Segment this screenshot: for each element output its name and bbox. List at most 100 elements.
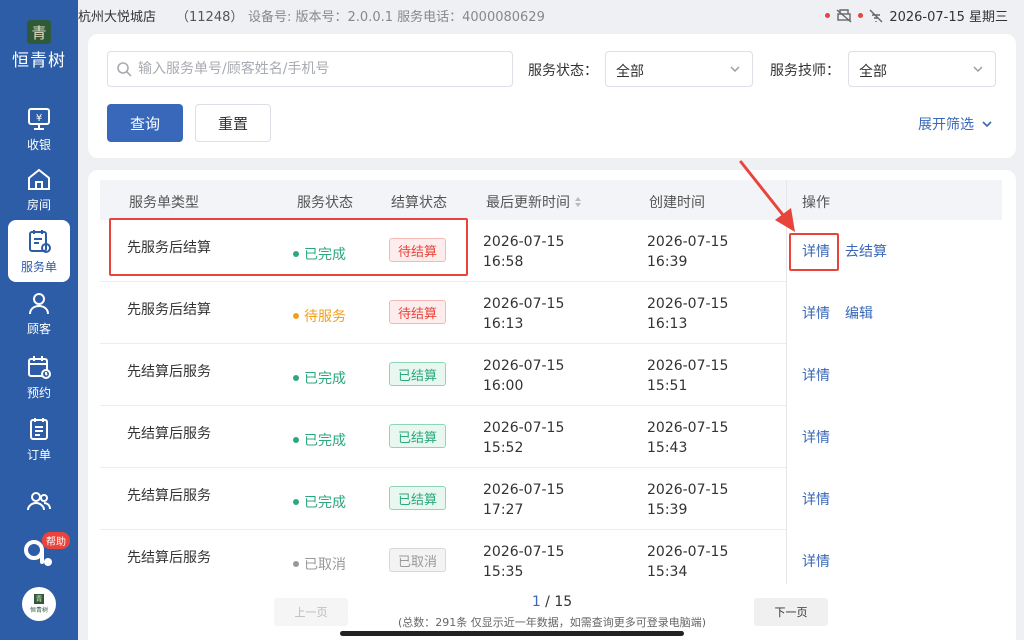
customer-icon	[29, 293, 49, 315]
sidebar-item-label: 订单	[26, 448, 51, 462]
cell-type: 先结算后服务	[127, 550, 211, 566]
status-dot	[293, 437, 299, 443]
service-order-icon	[29, 230, 51, 253]
table-header: 服务单类型 服务状态 结算状态 最后更新时间 创建时间 操作	[100, 180, 1002, 220]
detail-link[interactable]: 详情	[802, 365, 830, 385]
notification-dot	[825, 13, 831, 18]
reset-button[interactable]: 重置	[195, 104, 271, 142]
sidebar-item-cashier[interactable]: ¥ 收银	[8, 98, 70, 160]
updated-date: 2026-07-15	[483, 296, 565, 312]
header-created: 创建时间	[649, 195, 705, 211]
updated-date: 2026-07-15	[483, 544, 565, 560]
created-time: 15:43	[647, 440, 688, 456]
current-page: 1	[531, 594, 541, 610]
cell-service-status: 待服务	[293, 306, 346, 326]
service-status-value: 全部	[616, 64, 644, 80]
sidebar-item-appointment[interactable]: 预约	[8, 346, 70, 408]
row-action-link[interactable]: 去结算	[845, 241, 887, 261]
cell-updated: 2026-07-15 16:00	[483, 356, 564, 396]
service-status-select[interactable]: 全部	[605, 51, 753, 87]
chevron-down-icon	[973, 66, 983, 72]
cell-created: 2026-07-15 15:39	[647, 480, 728, 520]
updated-date: 2026-07-15	[483, 482, 565, 498]
table-row: 先结算后服务 已取消 已取消 2026-07-15 15:35 2026-07-15 15:…	[100, 530, 1002, 592]
technician-select[interactable]: 全部	[848, 51, 996, 87]
cell-ops: 详情	[786, 530, 1002, 592]
cell-updated: 2026-07-15 16:13	[483, 294, 564, 334]
sidebar-item-order[interactable]: 订单	[8, 408, 70, 470]
sidebar-item-label: 顾客	[26, 322, 51, 336]
cell-created: 2026-07-15 15:51	[647, 356, 728, 396]
cell-updated: 2026-07-15 15:35	[483, 542, 564, 582]
updated-time: 16:58	[483, 254, 524, 270]
datetime: 2026-07-15 星期三	[889, 10, 1008, 25]
sort-icon	[575, 197, 581, 207]
row-action-link[interactable]: 编辑	[845, 303, 873, 323]
app-logo: 青 恒青树	[0, 0, 78, 92]
sidebar-item-staff[interactable]	[8, 476, 70, 526]
created-time: 16:13	[647, 316, 688, 332]
help-badge[interactable]: 帮助	[42, 532, 70, 549]
cell-created: 2026-07-15 16:13	[647, 294, 728, 334]
status-bar: 杭州大悦城店 （11248） 设备号: 版本号：2.0.0.1 服务电话：400…	[78, 0, 1024, 30]
header-updated: 最后更新时间	[486, 195, 570, 211]
header-settle-status: 结算状态	[391, 195, 447, 211]
service-status-text: 已完成	[304, 433, 346, 449]
device-info: 设备号: 版本号：2.0.0.1 服务电话：4000080629	[248, 10, 545, 25]
settle-status-badge: 待结算	[389, 300, 447, 324]
sidebar-item-customer[interactable]: 顾客	[8, 282, 70, 344]
updated-time: 15:52	[483, 440, 524, 456]
table-row: 先结算后服务 已完成 已结算 2026-07-15 17:27 2026-07-15 15:…	[100, 468, 1002, 530]
expand-filter-button[interactable]: 展开筛选	[918, 114, 994, 134]
header-updated-sortable[interactable]: 最后更新时间	[486, 192, 582, 212]
sidebar-item-label: 预约	[26, 386, 51, 400]
bottom-brand-logo: 青 恒青树	[22, 587, 56, 621]
updated-time: 17:27	[483, 502, 524, 518]
detail-link[interactable]: 详情	[802, 303, 830, 323]
search-box[interactable]	[107, 51, 513, 87]
service-status-text: 已取消	[304, 557, 346, 573]
cell-updated: 2026-07-15 17:27	[483, 480, 564, 520]
detail-link[interactable]: 详情	[802, 551, 830, 571]
status-dot	[293, 375, 299, 381]
chevron-down-icon	[982, 121, 992, 128]
cell-service-status: 已取消	[293, 554, 346, 574]
bottom-logo-mark: 青	[34, 594, 44, 604]
cell-type: 先服务后结算	[127, 302, 211, 318]
sidebar-item-service-order[interactable]: 服务单	[8, 220, 70, 282]
sidebar-item-room[interactable]: 房间	[8, 158, 70, 220]
created-time: 15:51	[647, 378, 688, 394]
cell-service-status: 已完成	[293, 492, 346, 512]
updated-time: 16:00	[483, 378, 524, 394]
total-pages: 15	[554, 594, 573, 610]
home-icon	[28, 168, 50, 190]
settle-status-badge: 已结算	[389, 362, 447, 386]
table-row: 先服务后结算 待服务 待结算 2026-07-15 16:13 2026-07-15 16:…	[100, 282, 1002, 344]
header-service-status: 服务状态	[297, 195, 353, 211]
header-ops-cell: 操作	[786, 180, 1002, 220]
table-row: 先结算后服务 已完成 已结算 2026-07-15 16:00 2026-07-15 15:…	[100, 344, 1002, 406]
created-time: 15:34	[647, 564, 688, 580]
annotation-arrow-icon	[739, 160, 795, 232]
total-count: (总数：291条 仅显示近一年数据，如需查询更多可登录电脑端)	[397, 616, 707, 629]
query-button[interactable]: 查询	[107, 104, 183, 142]
header-type: 服务单类型	[129, 195, 199, 211]
highlight-box-row	[109, 218, 468, 276]
header-ops: 操作	[802, 195, 830, 211]
created-time: 15:39	[647, 502, 688, 518]
detail-link[interactable]: 详情	[802, 489, 830, 509]
detail-link[interactable]: 详情	[802, 427, 830, 447]
search-icon	[117, 62, 132, 77]
settle-status-badge: 已结算	[389, 486, 447, 510]
created-time: 16:39	[647, 254, 688, 270]
order-icon	[30, 418, 48, 440]
service-status-text: 已完成	[304, 495, 346, 511]
staff-icon	[27, 492, 51, 511]
next-page-button[interactable]: 下一页	[754, 598, 828, 626]
cell-created: 2026-07-15 15:34	[647, 542, 728, 582]
search-input[interactable]	[138, 61, 498, 77]
updated-date: 2026-07-15	[483, 234, 565, 250]
calendar-icon	[28, 356, 51, 379]
updated-time: 15:35	[483, 564, 524, 580]
sidebar-item-label: 房间	[26, 198, 51, 212]
